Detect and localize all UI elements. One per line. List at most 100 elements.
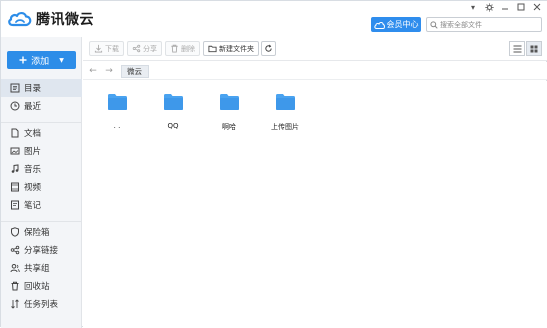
refresh-button[interactable] <box>261 41 276 56</box>
sidebar-item-label: 共享组 <box>24 264 50 274</box>
sidebar-item-label: 目录 <box>24 84 42 94</box>
refresh-icon <box>265 44 272 52</box>
download-icon <box>94 44 103 53</box>
folder-icon <box>219 94 239 110</box>
sidebar-item-label: 视频 <box>24 183 42 193</box>
title-bar: 腾讯微云 ▾ 会员中心 <box>1 1 547 37</box>
sidebar-item-label: 分享链接 <box>24 246 59 256</box>
window-controls: ▾ <box>468 2 542 12</box>
maximize-icon[interactable] <box>516 2 526 12</box>
sidebar-item-notes[interactable]: 笔记 <box>1 196 82 214</box>
download-button[interactable]: 下载 <box>89 41 124 56</box>
sidebar-group-main: 目录 最近 <box>1 79 82 115</box>
group-icon <box>10 264 20 273</box>
new-folder-button[interactable]: 新建文件夹 <box>203 41 259 56</box>
forward-arrow-icon[interactable]: → <box>103 65 115 77</box>
sidebar-item-images[interactable]: 图片 <box>1 142 82 160</box>
new-folder-label: 新建文件夹 <box>219 44 254 53</box>
plus-icon <box>19 56 27 64</box>
dropdown-arrow-icon[interactable]: ▾ <box>468 2 478 12</box>
trash-icon <box>11 281 19 291</box>
file-name: 啊哈 <box>222 123 236 131</box>
folder-item-qq[interactable]: QQ <box>148 94 198 130</box>
file-grid: . . QQ 啊哈 上传图片 <box>83 81 547 328</box>
app-logo: 腾讯微云 <box>7 8 94 30</box>
sidebar-item-safe[interactable]: 保险箱 <box>1 223 82 241</box>
delete-label: 删除 <box>181 44 195 53</box>
minimize-icon[interactable] <box>500 2 510 12</box>
sidebar-item-label: 回收站 <box>24 282 50 292</box>
sidebar-divider <box>1 122 82 123</box>
breadcrumb-bar: ← → 微云 <box>83 62 547 80</box>
video-icon <box>11 182 19 192</box>
add-button-label: 添加 <box>31 56 50 67</box>
sidebar-item-label: 保险箱 <box>24 228 50 238</box>
vip-cloud-icon <box>373 21 385 29</box>
sidebar-divider <box>1 221 82 222</box>
sidebar-group-tools: 保险箱 分享链接 共享组 回收站 任务列表 <box>1 223 82 313</box>
sidebar-item-recent[interactable]: 最近 <box>1 97 82 115</box>
folder-icon <box>107 94 127 110</box>
folder-icon <box>163 94 183 110</box>
close-icon[interactable] <box>532 2 542 12</box>
sidebar-item-directory[interactable]: 目录 <box>1 79 82 97</box>
sidebar-item-label: 笔记 <box>24 201 42 211</box>
breadcrumb-label: 微云 <box>127 67 142 76</box>
download-label: 下载 <box>105 44 119 53</box>
back-arrow-icon[interactable]: ← <box>87 65 99 77</box>
list-view-toggle[interactable] <box>509 41 525 56</box>
list-view-icon <box>513 45 521 52</box>
sidebar-item-task-list[interactable]: 任务列表 <box>1 295 82 313</box>
document-icon <box>11 128 19 138</box>
folder-item-aha[interactable]: 啊哈 <box>204 94 254 132</box>
share-icon <box>132 44 141 53</box>
directory-icon <box>10 83 20 93</box>
sidebar-item-recycle-bin[interactable]: 回收站 <box>1 277 82 295</box>
grid-view-icon <box>530 45 538 52</box>
sidebar-item-video[interactable]: 视频 <box>1 178 82 196</box>
folder-item-parent[interactable]: . . <box>92 94 142 130</box>
sidebar-item-music[interactable]: 音乐 <box>1 160 82 178</box>
sidebar-item-label: 音乐 <box>24 165 42 175</box>
sidebar: 添加 ▼ 目录 最近 文档 图片 音乐 视频 笔记 保险箱 分享链接 共享组 回… <box>1 37 82 328</box>
search-icon <box>430 20 438 29</box>
sidebar-item-shared-group[interactable]: 共享组 <box>1 259 82 277</box>
sidebar-item-documents[interactable]: 文档 <box>1 124 82 142</box>
note-icon <box>11 200 19 210</box>
grid-view-toggle[interactable] <box>526 41 542 56</box>
sidebar-item-share-links[interactable]: 分享链接 <box>1 241 82 259</box>
folder-item-uploaded-images[interactable]: 上传图片 <box>260 94 310 132</box>
app-window: 腾讯微云 ▾ 会员中心 搜索全部文件 添加 ▼ 目录 最近 文档 图片 音乐 视… <box>0 0 547 328</box>
share-label: 分享 <box>143 44 157 53</box>
delete-icon <box>171 44 178 53</box>
sidebar-item-label: 最近 <box>24 102 42 112</box>
new-folder-icon <box>208 45 217 53</box>
add-button[interactable]: 添加 ▼ <box>7 51 76 69</box>
delete-button[interactable]: 删除 <box>165 41 200 56</box>
file-name: . . <box>113 122 121 130</box>
music-icon <box>11 164 19 173</box>
breadcrumb-item-weiyun[interactable]: 微云 <box>121 65 149 78</box>
caret-down-icon: ▼ <box>59 56 64 64</box>
task-list-icon <box>11 299 19 309</box>
settings-icon[interactable] <box>484 2 494 12</box>
sidebar-item-label: 任务列表 <box>24 300 59 310</box>
sidebar-item-label: 图片 <box>24 147 42 157</box>
toolbar: 下载 分享 删除 新建文件夹 <box>83 37 547 61</box>
sidebar-item-label: 文档 <box>24 129 42 139</box>
file-name: QQ <box>167 122 179 130</box>
weiyun-cloud-icon <box>8 11 32 27</box>
clock-icon <box>10 101 20 111</box>
image-icon <box>10 147 20 155</box>
share-link-icon <box>10 245 20 255</box>
search-input[interactable] <box>440 20 540 29</box>
share-button[interactable]: 分享 <box>127 41 162 56</box>
vip-center-button[interactable]: 会员中心 <box>371 17 421 32</box>
search-box[interactable] <box>426 17 542 32</box>
sidebar-group-categories: 文档 图片 音乐 视频 笔记 <box>1 124 82 214</box>
vip-center-label: 会员中心 <box>386 20 419 29</box>
file-name: 上传图片 <box>271 123 299 131</box>
safe-icon <box>11 227 19 237</box>
folder-icon <box>275 94 295 110</box>
app-name: 腾讯微云 <box>36 12 94 28</box>
